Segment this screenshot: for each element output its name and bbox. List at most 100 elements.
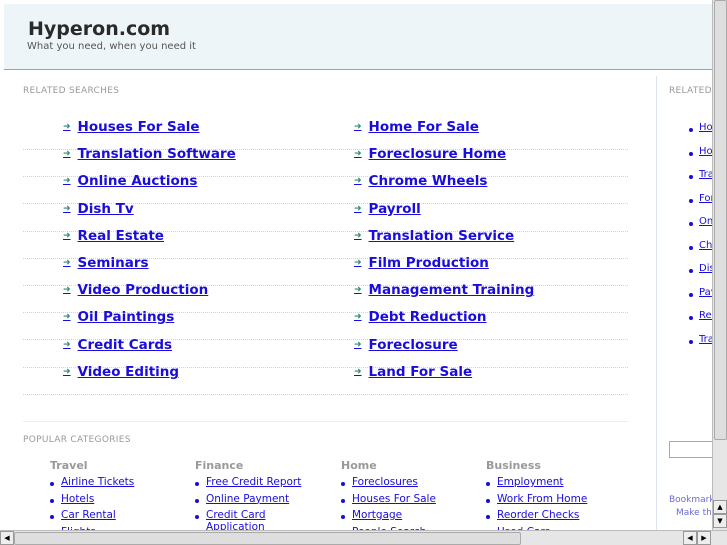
related-search-link[interactable]: ➜ Land For Sale — [354, 364, 472, 380]
sidebar-related-link[interactable]: Home For Sale — [699, 146, 712, 157]
related-search-label[interactable]: Houses For Sale — [78, 119, 200, 135]
arrow-right-icon: ➜ — [63, 258, 71, 268]
sidebar-related-link[interactable]: Foreclosure Home — [699, 193, 712, 204]
related-search-link[interactable]: ➜ Dish Tv — [63, 201, 134, 217]
category-column: HomeForeclosuresHouses For SaleMortgageP… — [341, 459, 436, 530]
related-search-label[interactable]: Foreclosure — [369, 337, 458, 353]
category-link[interactable]: Work From Home — [486, 493, 587, 510]
related-search-label[interactable]: Management Training — [369, 282, 535, 298]
category-heading: Business — [486, 459, 541, 472]
related-search-link[interactable]: ➜ Online Auctions — [63, 173, 197, 189]
sidebar-related-link[interactable]: Online Auctions — [699, 216, 712, 227]
horizontal-scroll-thumb[interactable] — [14, 532, 521, 545]
category-link[interactable]: Mortgage — [341, 509, 436, 526]
arrow-right-icon: ➜ — [354, 339, 362, 350]
category-link[interactable]: Online Payment — [195, 493, 301, 510]
related-search-label[interactable]: Translation Service — [369, 228, 515, 244]
horizontal-scrollbar[interactable]: ◀ ◀ ▶ — [0, 530, 727, 545]
category-link[interactable]: Credit Card Application — [195, 509, 275, 530]
sidebar-related-link[interactable]: Real Estate — [699, 310, 712, 321]
arrow-right-icon: ➜ — [63, 339, 71, 350]
category-link[interactable]: Foreclosures — [341, 476, 436, 493]
related-search-link[interactable]: ➜ Seminars — [63, 255, 149, 271]
arrow-right-icon: ➜ — [354, 203, 362, 214]
arrow-right-icon: ➜ — [354, 366, 362, 377]
right-sidebar: RELATED Houses For Sale Home For Sale Tran… — [656, 76, 712, 530]
arrow-right-icon: ➜ — [354, 285, 362, 296]
bullet-icon — [689, 245, 693, 250]
sidebar-related-link[interactable]: Translation Service — [699, 334, 712, 345]
related-search-link[interactable]: ➜ Debt Reduction — [354, 309, 487, 325]
sidebar-related-link[interactable]: Dish Tv — [699, 263, 712, 274]
related-search-link[interactable]: ➜ Payroll — [354, 201, 421, 217]
category-column: Finance Free Credit Report Online Payment C… — [195, 459, 301, 530]
scroll-up-icon[interactable]: ▲ — [713, 500, 727, 514]
sidebar-related-link[interactable]: Houses For Sale — [699, 122, 712, 133]
related-search-label[interactable]: Oil Paintings — [78, 309, 175, 325]
scroll-left-icon[interactable]: ◀ — [683, 531, 697, 545]
arrow-right-icon: ➜ — [63, 149, 71, 160]
vertical-scroll-thumb[interactable] — [714, 0, 727, 440]
related-search-label[interactable]: Foreclosure Home — [369, 146, 507, 162]
related-search-label[interactable]: Debt Reduction — [369, 309, 487, 325]
bullet-icon — [689, 151, 693, 156]
related-search-link[interactable]: ➜ Translation Software — [63, 146, 236, 162]
related-search-link[interactable]: ➜ Credit Cards — [63, 337, 172, 353]
related-search-link[interactable]: ➜ Houses For Sale — [63, 119, 200, 135]
sidebar-related-label: RELATED — [669, 86, 712, 96]
sidebar-related-link[interactable]: Chrome Wheels — [699, 240, 712, 251]
category-link[interactable]: Hotels — [50, 493, 134, 510]
related-search-link[interactable]: ➜ Foreclosure Home — [354, 146, 506, 162]
bookmark-link[interactable]: Bookmark this page — [669, 495, 712, 505]
vertical-scrollbar[interactable]: ▲ ▼ — [712, 0, 727, 530]
related-search-label[interactable]: Film Production — [369, 255, 489, 271]
arrow-right-icon: ➜ — [354, 122, 362, 132]
sidebar-related-link[interactable]: Payroll — [699, 287, 712, 298]
related-search-link[interactable]: ➜ Video Editing — [63, 364, 179, 380]
related-search-label[interactable]: Chrome Wheels — [369, 173, 488, 189]
arrow-right-icon: ➜ — [354, 312, 362, 323]
related-search-label[interactable]: Real Estate — [78, 228, 164, 244]
category-link[interactable]: Car Rental — [50, 509, 134, 526]
scroll-right-icon[interactable]: ▶ — [697, 531, 711, 545]
related-search-link[interactable]: ➜ Film Production — [354, 255, 489, 271]
scroll-left-icon[interactable]: ◀ — [0, 531, 14, 545]
category-link[interactable]: Reorder Checks — [486, 509, 587, 526]
scroll-down-icon[interactable]: ▼ — [713, 514, 727, 528]
related-search-link[interactable]: ➜ Foreclosure — [354, 337, 458, 353]
related-search-label[interactable]: Dish Tv — [78, 201, 134, 217]
related-search-label[interactable]: Seminars — [78, 255, 149, 271]
sidebar-related-link[interactable]: Translation Software — [699, 169, 712, 180]
related-search-link[interactable]: ➜ Video Production — [63, 282, 208, 298]
category-link[interactable]: Airline Tickets — [50, 476, 134, 493]
related-search-label[interactable]: Online Auctions — [78, 173, 198, 189]
related-search-label[interactable]: Credit Cards — [78, 337, 173, 353]
related-search-link[interactable]: ➜ Home For Sale — [354, 119, 479, 135]
related-search-label[interactable]: Home For Sale — [369, 119, 479, 135]
make-homepage-link[interactable]: Make this your homepage — [676, 508, 712, 518]
related-search-label[interactable]: Payroll — [369, 201, 421, 217]
related-search-link[interactable]: ➜ Oil Paintings — [63, 309, 174, 325]
arrow-right-icon: ➜ — [63, 122, 71, 132]
related-search-label[interactable]: Translation Software — [78, 146, 236, 162]
arrow-right-icon: ➜ — [63, 366, 71, 377]
category-link[interactable]: Houses For Sale — [341, 493, 436, 510]
related-search-label[interactable]: Land For Sale — [369, 364, 473, 380]
page-viewport: Hyperon.com What you need, when you need… — [0, 0, 712, 530]
arrow-right-icon: ➜ — [63, 176, 71, 187]
arrow-right-icon: ➜ — [354, 149, 362, 160]
related-search-label[interactable]: Video Production — [78, 282, 209, 298]
related-search-label[interactable]: Video Editing — [78, 364, 180, 380]
category-heading: Home — [341, 459, 377, 472]
related-search-link[interactable]: ➜ Chrome Wheels — [354, 173, 487, 189]
related-search-link[interactable]: ➜ Translation Service — [354, 228, 514, 244]
sidebar-search-input[interactable] — [669, 441, 712, 458]
category-link[interactable]: Employment — [486, 476, 587, 493]
bullet-icon — [689, 222, 693, 226]
site-title[interactable]: Hyperon.com — [28, 18, 170, 40]
related-search-link[interactable]: ➜ Real Estate — [63, 228, 164, 244]
arrow-right-icon: ➜ — [354, 258, 362, 268]
category-link[interactable]: Free Credit Report — [195, 476, 301, 493]
related-search-link[interactable]: ➜ Management Training — [354, 282, 534, 298]
bullet-icon — [689, 339, 693, 344]
